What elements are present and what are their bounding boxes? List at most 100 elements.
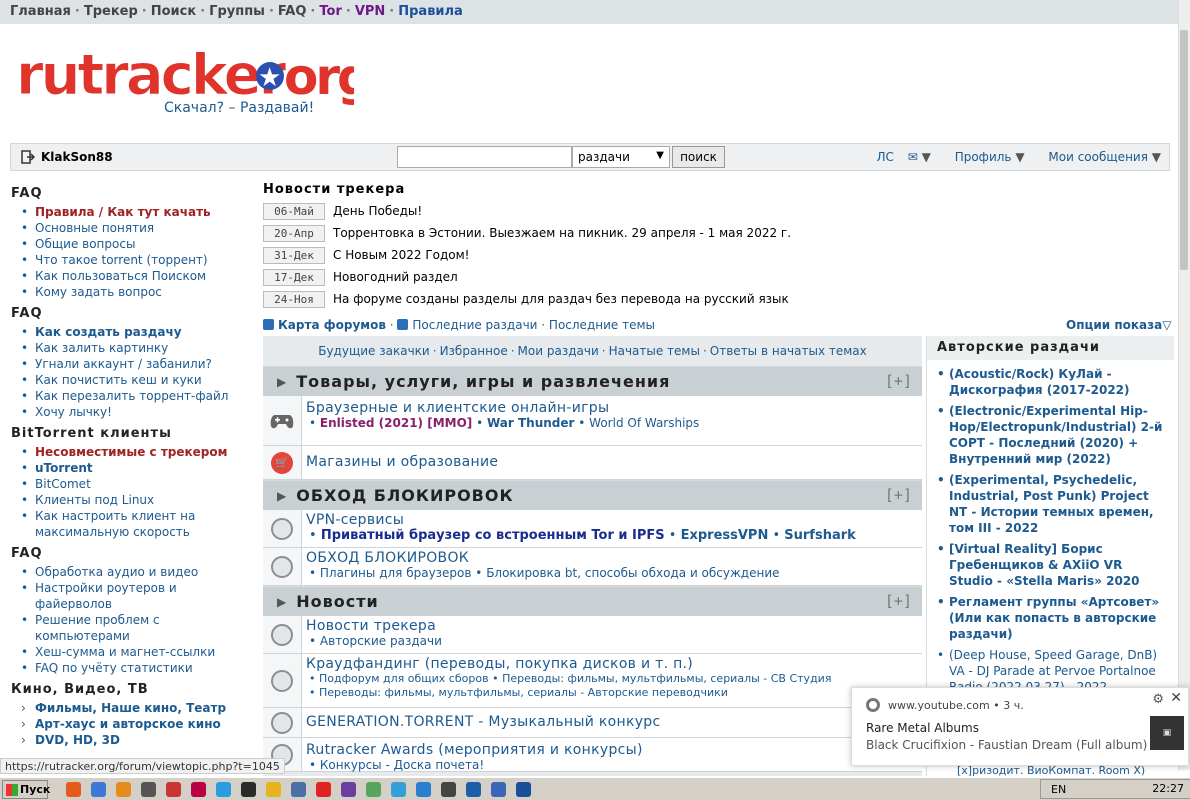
sidebar-link[interactable]: Основные понятия: [35, 221, 154, 235]
clock[interactable]: 22:27: [1152, 780, 1184, 798]
nav-link-5[interactable]: Tor: [319, 4, 341, 19]
site-logo[interactable]: rutracker ★ org Скачал? – Раздавай!: [14, 42, 373, 118]
gear-icon[interactable]: ⚙: [1152, 692, 1164, 707]
forum-title-link[interactable]: Новости трекера: [306, 618, 922, 634]
subnav-link[interactable]: Мои раздачи: [518, 344, 599, 358]
subnav-link[interactable]: Ответы в начатых темах: [710, 344, 867, 358]
news-link[interactable]: Торрентовка в Эстонии. Выезжаем на пикни…: [333, 226, 791, 240]
taskbar-app-icon[interactable]: [241, 782, 256, 797]
taskbar-app-icon[interactable]: [266, 782, 281, 797]
sidebar-link[interactable]: Решение проблем с компьютерами: [35, 613, 160, 643]
news-link[interactable]: Новогодний раздел: [333, 270, 458, 284]
browser-notification[interactable]: www.youtube.com • 3 ч. ⚙ ✕ Rare Metal Al…: [851, 687, 1189, 766]
sidebar-link[interactable]: Хочу лычку!: [35, 405, 112, 419]
forum-title-link[interactable]: Краудфандинг (переводы, покупка дисков и…: [306, 656, 922, 672]
forum-title-link[interactable]: ОБХОД БЛОКИРОВОК: [306, 550, 922, 566]
author-release-item[interactable]: (Electronic/Experimental Hip-Hop/Electro…: [935, 403, 1168, 467]
category-header[interactable]: ▶ Новости [+]: [263, 586, 922, 616]
start-button[interactable]: Пуск: [2, 780, 50, 799]
sidebar-link[interactable]: Арт-хаус и авторское кино: [35, 717, 221, 731]
subforum-link[interactable]: Переводы: фильмы, мультфильмы, сериалы -…: [502, 672, 831, 685]
sidebar-link[interactable]: Настройки роутеров и файерволов: [35, 581, 177, 611]
search-button[interactable]: поиск: [672, 146, 725, 168]
subforum-link[interactable]: Блокировка bt, способы обхода и обсужден…: [486, 566, 779, 580]
sidebar-link[interactable]: uTorrent: [35, 461, 93, 475]
display-options-link[interactable]: Опции показа▽: [1066, 318, 1171, 332]
taskbar-app-icon[interactable]: [391, 782, 406, 797]
expand-toggle[interactable]: [+]: [885, 372, 912, 390]
taskbar-app-icon[interactable]: [191, 782, 206, 797]
scrollbar-thumb[interactable]: [1180, 30, 1188, 270]
subforum-link[interactable]: Подфорум для общих сборов: [319, 672, 489, 685]
subforum-link[interactable]: War Thunder: [487, 416, 574, 430]
taskbar-app-icon[interactable]: [66, 782, 81, 797]
subnav-link[interactable]: Начатые темы: [609, 344, 700, 358]
logout-icon[interactable]: [21, 150, 35, 164]
my-messages-link[interactable]: Мои сообщения ▼: [1038, 150, 1161, 164]
expand-toggle[interactable]: [+]: [885, 592, 912, 610]
taskbar-app-icon[interactable]: [291, 782, 306, 797]
sidebar-link[interactable]: Как залить картинку: [35, 341, 168, 355]
taskbar-app-icon[interactable]: [341, 782, 356, 797]
taskbar-app-icon[interactable]: [441, 782, 456, 797]
sidebar-link[interactable]: Как создать раздачу: [35, 325, 182, 339]
sidebar-link[interactable]: BitComet: [35, 477, 91, 491]
sidebar-link[interactable]: Правила / Как тут качать: [35, 205, 211, 219]
sidebar-link[interactable]: Как пользоваться Поиском: [35, 269, 206, 283]
subforum-link[interactable]: Конкурсы - Доска почета!: [320, 758, 484, 772]
sidebar-link[interactable]: FAQ по учёту статистики: [35, 661, 193, 675]
language-indicator[interactable]: EN: [1051, 783, 1066, 796]
sidebar-link[interactable]: Общие вопросы: [35, 237, 135, 251]
subnav-link[interactable]: Будущие закачки: [318, 344, 430, 358]
nav-link-0[interactable]: Главная: [10, 4, 71, 19]
forum-title-link[interactable]: Браузерные и клиентские онлайн-игры: [306, 400, 922, 416]
taskbar-app-icon[interactable]: [91, 782, 106, 797]
author-release-item[interactable]: (Experimental, Psychedelic, Industrial, …: [935, 472, 1168, 536]
search-input[interactable]: [397, 146, 572, 168]
nav-link-3[interactable]: Группы: [209, 4, 265, 19]
taskbar-app-icon[interactable]: [116, 782, 131, 797]
forum-title-link[interactable]: Магазины и образование: [306, 454, 922, 470]
sidebar-link[interactable]: Что такое torrent (торрент): [35, 253, 208, 267]
sidebar-link[interactable]: DVD, HD, 3D: [35, 733, 120, 747]
news-link[interactable]: На форуме созданы разделы для раздач без…: [333, 292, 789, 306]
latest-topics-link[interactable]: Последние темы: [549, 318, 655, 332]
taskbar-app-icon[interactable]: [141, 782, 156, 797]
sidebar-link[interactable]: Кому задать вопрос: [35, 285, 162, 299]
subforum-link[interactable]: Авторские раздачи: [320, 634, 442, 648]
subforum-link[interactable]: World Of Warships: [589, 416, 699, 430]
subforum-link[interactable]: Enlisted (2021) [MMO]: [320, 416, 472, 430]
subforum-link[interactable]: Приватный браузер со встроенным Tor и IP…: [321, 528, 665, 543]
sidebar-link[interactable]: Как почистить кеш и куки: [35, 373, 202, 387]
forum-title-link[interactable]: Rutracker Awards (мероприятия и конкурсы…: [306, 742, 922, 758]
sidebar-link[interactable]: Как перезалить торрент-файл: [35, 389, 228, 403]
private-messages-link[interactable]: ЛС ✉ ▼: [867, 150, 931, 164]
nav-link-7[interactable]: Правила: [398, 4, 463, 19]
nav-link-6[interactable]: VPN: [355, 4, 385, 19]
sidebar-link[interactable]: Хеш-сумма и магнет-ссылки: [35, 645, 215, 659]
author-release-item[interactable]: Регламент группы «Артсовет» (Или как поп…: [935, 594, 1168, 642]
close-icon[interactable]: ✕: [1170, 690, 1182, 706]
expand-toggle[interactable]: [+]: [885, 486, 912, 504]
forum-title-link[interactable]: VPN-сервисы: [306, 512, 922, 528]
taskbar-app-icon[interactable]: [166, 782, 181, 797]
latest-releases-link[interactable]: Последние раздачи: [412, 318, 537, 332]
taskbar-app-icon[interactable]: [516, 782, 531, 797]
subforum-link[interactable]: ExpressVPN: [681, 528, 769, 543]
nav-link-4[interactable]: FAQ: [278, 4, 307, 19]
taskbar-app-icon[interactable]: [366, 782, 381, 797]
taskbar-app-icon[interactable]: [316, 782, 331, 797]
sidebar-link[interactable]: Клиенты под Linux: [35, 493, 154, 507]
sidebar-link[interactable]: Обработка аудио и видео: [35, 565, 198, 579]
nav-link-1[interactable]: Трекер: [84, 4, 138, 19]
username-link[interactable]: KlakSon88: [41, 150, 113, 164]
news-link[interactable]: День Победы!: [333, 204, 422, 218]
profile-link[interactable]: Профиль ▼: [945, 150, 1025, 164]
sidebar-link[interactable]: Как настроить клиент на максимальную ско…: [35, 509, 195, 539]
subforum-link[interactable]: Переводы: фильмы, мультфильмы, сериалы -…: [319, 686, 728, 699]
category-header[interactable]: ▶ Товары, услуги, игры и развлечения [+]: [263, 366, 922, 396]
sidebar-link[interactable]: Угнали аккаунт / забанили?: [35, 357, 212, 371]
nav-link-2[interactable]: Поиск: [151, 4, 196, 19]
taskbar-app-icon[interactable]: [216, 782, 231, 797]
subforum-link[interactable]: Surfshark: [784, 528, 856, 543]
